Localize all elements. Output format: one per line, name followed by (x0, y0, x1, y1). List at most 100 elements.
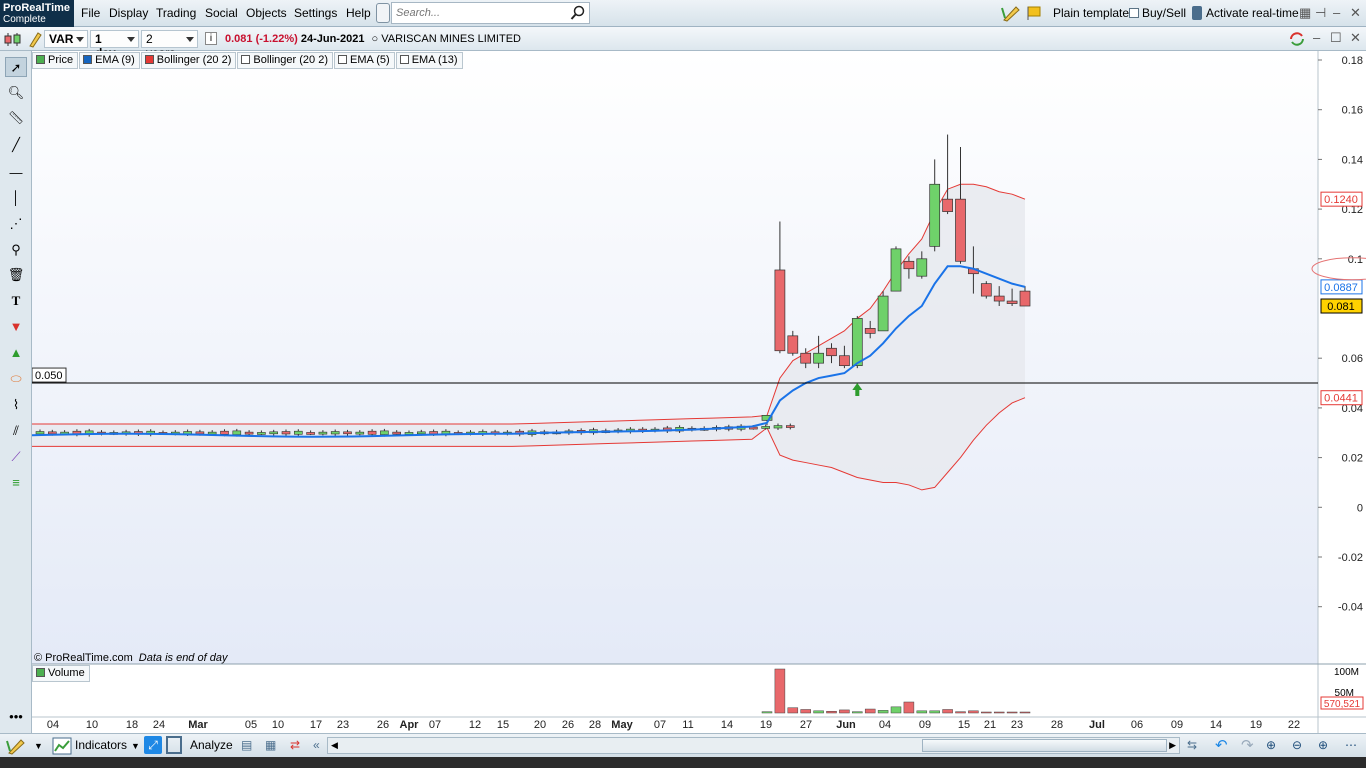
timeline-scrollbar[interactable]: ◀ ▶ (327, 737, 1180, 754)
double-left-icon[interactable]: « (313, 738, 320, 752)
volume-bar (916, 710, 928, 714)
analyze-icon[interactable] (166, 736, 182, 754)
legend-bollinger[interactable]: Bollinger (20 2) (140, 52, 237, 69)
pattern-icon[interactable]: ⟋ (5, 447, 27, 467)
grid-icon[interactable]: ▦ (1299, 5, 1311, 21)
ellipse-icon[interactable]: ⬭ (5, 369, 27, 389)
refresh-icon[interactable] (1288, 31, 1306, 47)
fibonacci-icon[interactable]: ⚲ (5, 240, 27, 260)
legend-ema5[interactable]: EMA (5) (333, 52, 395, 69)
close-icon[interactable]: ✕ (1350, 5, 1361, 21)
x-tick-label: 21 (984, 719, 996, 731)
legend-swatch (144, 55, 154, 64)
zoom-out-icon[interactable]: ⊖ (1292, 738, 1302, 752)
search-input[interactable] (392, 3, 562, 23)
ticker-dropdown[interactable]: VAR (44, 30, 88, 48)
more-options-icon[interactable]: ⋯ (1345, 738, 1357, 752)
buy-sell-toggle[interactable]: Buy/Sell (1129, 6, 1186, 20)
menu-help[interactable]: Help (346, 6, 371, 20)
volume-tick-label: 100M (1334, 667, 1359, 678)
candle-body (890, 248, 902, 292)
info-icon[interactable]: i (205, 32, 217, 45)
volume-bar (774, 668, 786, 714)
menu-file[interactable]: File (81, 6, 100, 20)
chart-minimize-icon[interactable]: – (1313, 30, 1320, 45)
screener-icon[interactable]: ▤ (241, 738, 252, 752)
volume-bar (890, 706, 902, 714)
vertical-line-icon[interactable]: │ (5, 188, 27, 208)
alert-icon[interactable]: ⇄ (290, 738, 300, 752)
legend-swatch (399, 55, 409, 64)
pencil-icon[interactable] (6, 737, 26, 755)
channel-icon[interactable]: ⋰ (5, 214, 27, 234)
legend-bollinger-hidden[interactable]: Bollinger (20 2) (237, 52, 333, 69)
legend-ema13[interactable]: EMA (13) (395, 52, 463, 69)
chart-close-icon[interactable]: ✕ (1350, 30, 1361, 46)
scroll-left-icon[interactable]: ◀ (331, 740, 338, 751)
pencil-style-icon[interactable] (28, 31, 42, 48)
up-arrow-icon[interactable]: ▲ (5, 343, 27, 363)
y-tick-label: 0.14 (1342, 154, 1363, 166)
interval-dropdown[interactable]: 1 day (90, 30, 139, 60)
table-icon[interactable]: ▦ (265, 738, 276, 752)
menu-trading[interactable]: Trading (156, 6, 196, 20)
search-icon[interactable] (570, 5, 586, 21)
x-tick-label: 28 (1051, 719, 1063, 731)
status-circle-icon: ○ (371, 33, 379, 45)
fan-icon[interactable]: ⌇ (5, 395, 27, 415)
candlestick-icon[interactable] (4, 32, 22, 47)
flag-icon[interactable] (1026, 5, 1042, 21)
share-icon[interactable]: ⤢ (144, 736, 162, 754)
horizontal-level-label: 0.050 (35, 370, 63, 382)
redo-icon[interactable]: ↷ (1241, 736, 1254, 754)
price-chart[interactable]: 0.050 0.18 0.16 0.14 0.12 0.1 0.06 0.04 0.02 0 -0… (32, 51, 1366, 733)
range-icon[interactable]: ⇆ (1187, 738, 1197, 752)
parallel-icon[interactable]: ⫽ (5, 421, 27, 441)
buy-sell-checkbox[interactable] (1129, 8, 1139, 18)
chart-maximize-icon[interactable]: ☐ (1330, 30, 1342, 46)
plain-template-button[interactable]: Plain template (1053, 6, 1129, 20)
paperclip-icon[interactable] (376, 3, 390, 23)
down-arrow-icon[interactable]: ▼ (5, 317, 27, 337)
legend-price[interactable]: Price (32, 52, 79, 69)
pin-icon[interactable]: ⊣ (1315, 5, 1326, 21)
legend-ema9[interactable]: EMA (9) (79, 52, 140, 69)
chevron-down-icon[interactable]: ▼ (34, 741, 43, 751)
analyze-button[interactable]: Analyze (190, 738, 233, 752)
legend-volume[interactable]: Volume (32, 665, 90, 682)
scroll-right-icon[interactable]: ▶ (1169, 740, 1176, 751)
pointer-icon[interactable]: ➚ (5, 57, 27, 77)
activate-realtime-button[interactable]: Activate real-time (1206, 6, 1299, 20)
scroll-thumb[interactable] (922, 739, 1167, 752)
chevron-down-icon[interactable]: ▼ (131, 741, 140, 751)
range-dropdown[interactable]: 2 years (141, 30, 198, 60)
x-tick-label: 14 (1210, 719, 1222, 731)
x-tick-label: 06 (1131, 719, 1143, 731)
trendline-icon[interactable]: ╱ (5, 135, 27, 155)
more-tools-icon[interactable]: ••• (5, 707, 27, 727)
volume-bar (1019, 711, 1031, 714)
zoom-fit-icon[interactable]: ⊕ (1266, 738, 1276, 752)
text-tool-icon[interactable]: T (5, 291, 27, 311)
zoom-icon[interactable]: 🔍︎ (5, 83, 27, 103)
x-tick-label: 28 (589, 719, 601, 731)
chart-canvas[interactable]: 0.050 0.180.160.140.120.10.060.040.020-0… (32, 51, 1366, 733)
horizontal-line-icon[interactable]: — (5, 163, 27, 183)
zoom-in-icon[interactable]: ⊕ (1318, 738, 1328, 752)
level-icon[interactable]: ≡ (5, 473, 27, 493)
menu-display[interactable]: Display (109, 6, 148, 20)
search-field[interactable] (391, 2, 590, 24)
menu-social[interactable]: Social (205, 6, 238, 20)
indicators-button[interactable]: Indicators (75, 738, 127, 752)
pencil-icon[interactable] (1001, 4, 1021, 22)
ruler-icon[interactable]: 📏︎ (5, 108, 27, 128)
menu-objects[interactable]: Objects (246, 6, 287, 20)
x-tick-label: 04 (47, 719, 59, 731)
indicators-icon[interactable] (52, 737, 72, 755)
trash-icon[interactable]: 🗑︎ (5, 265, 27, 285)
menu-settings[interactable]: Settings (294, 6, 337, 20)
candle-body (355, 431, 365, 435)
minimize-icon[interactable]: – (1333, 5, 1340, 20)
chevron-down-icon (127, 37, 135, 42)
undo-icon[interactable]: ↶ (1215, 736, 1228, 754)
